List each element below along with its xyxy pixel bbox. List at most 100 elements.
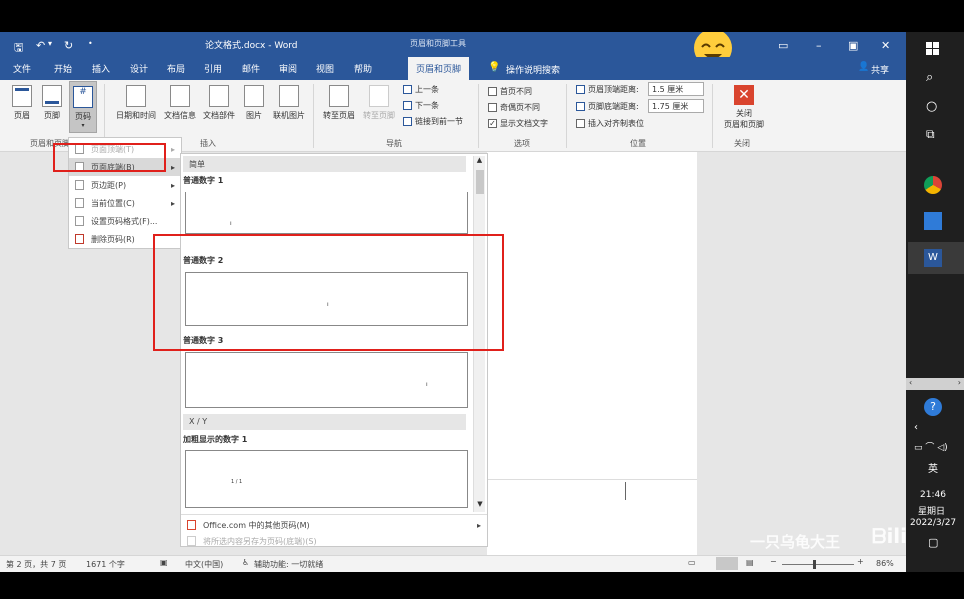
cortana-icon[interactable]: ○ bbox=[926, 99, 937, 114]
taskbar-scrollbar[interactable]: ‹ › bbox=[906, 378, 964, 390]
picture-button[interactable]: 图片 bbox=[242, 85, 266, 121]
share-button[interactable]: 共享 bbox=[871, 63, 889, 76]
print-layout-icon[interactable] bbox=[716, 557, 738, 570]
clock-weekday[interactable]: 星期日 bbox=[918, 504, 945, 517]
page-count[interactable]: 第 2 页，共 7 页 bbox=[6, 559, 66, 570]
focus-mode-icon[interactable]: ▭ bbox=[688, 558, 696, 567]
tab-home[interactable]: 开始 bbox=[54, 62, 72, 75]
gallery-section-simple: 简单 bbox=[183, 156, 466, 172]
menu-item-page-margins[interactable]: 页边距(P) ▸ bbox=[69, 176, 181, 194]
goto-header-icon bbox=[329, 85, 349, 107]
insert-alignment-tab-button[interactable]: 插入对齐制表位 bbox=[576, 118, 644, 129]
menu-item-format-page-numbers[interactable]: 设置页码格式(F)... bbox=[69, 212, 181, 230]
tab-insert[interactable]: 插入 bbox=[92, 62, 110, 75]
header-top-distance-input[interactable]: 1.5 厘米 bbox=[648, 82, 704, 96]
quick-parts-button[interactable]: 文档部件 bbox=[200, 85, 238, 121]
zoom-out-icon[interactable]: − bbox=[770, 557, 777, 566]
save-gallery-icon bbox=[187, 536, 196, 546]
undo-dropdown-icon[interactable]: ▾ bbox=[48, 39, 52, 48]
language-status[interactable]: 中文(中国) bbox=[185, 559, 223, 570]
proofing-icon[interactable]: ▣ bbox=[160, 558, 168, 567]
close-window-button[interactable]: ✕ bbox=[881, 39, 890, 52]
word-window: 🖫 ↶ ▾ ↻ • 论文格式.docx - Word 页眉和页脚工具 ▭ – ▣… bbox=[0, 32, 906, 572]
notifications-icon[interactable]: ▢ bbox=[928, 536, 938, 549]
next-button[interactable]: 下一条 bbox=[403, 100, 439, 111]
page-number-button[interactable]: # 页码 ▾ bbox=[69, 81, 97, 133]
save-selection-to-gallery[interactable]: 将所选内容另存为页码(底端)(S) bbox=[181, 532, 487, 550]
alignment-tab-icon bbox=[576, 119, 585, 128]
date-time-button[interactable]: 日期和时间 bbox=[112, 85, 160, 121]
gallery-item-title-1: 普通数字 1 bbox=[183, 176, 224, 185]
customize-qat-icon[interactable]: • bbox=[88, 39, 93, 48]
scroll-down-icon[interactable]: ▼ bbox=[474, 500, 486, 508]
tab-design[interactable]: 设计 bbox=[130, 62, 148, 75]
scroll-up-icon[interactable]: ▲ bbox=[474, 156, 485, 164]
menu-item-current-position[interactable]: 当前位置(C) ▸ bbox=[69, 194, 181, 212]
tab-review[interactable]: 审阅 bbox=[279, 62, 297, 75]
group-label-options: 选项 bbox=[514, 139, 530, 148]
close-header-footer-button[interactable]: ✕ 关闭 页眉和页脚 bbox=[718, 85, 770, 130]
redo-icon[interactable]: ↻ bbox=[64, 39, 73, 52]
tab-view[interactable]: 视图 bbox=[316, 62, 334, 75]
tab-help[interactable]: 帮助 bbox=[354, 62, 372, 75]
tab-header-footer[interactable]: 页眉和页脚 bbox=[408, 57, 470, 80]
web-layout-icon[interactable]: ▤ bbox=[746, 558, 754, 567]
zoom-slider-thumb[interactable] bbox=[813, 560, 816, 569]
task-view-icon[interactable]: ⧉ bbox=[926, 127, 935, 142]
zoom-in-icon[interactable]: + bbox=[857, 557, 864, 566]
word-count[interactable]: 1671 个字 bbox=[86, 559, 125, 570]
search-icon[interactable]: ⌕ bbox=[926, 70, 933, 85]
previous-button[interactable]: 上一条 bbox=[403, 84, 439, 95]
status-bar: 第 2 页，共 7 页 1671 个字 ▣ 中文(中国) ♿ 辅助功能: 一切就… bbox=[0, 555, 906, 572]
odd-even-different-checkbox[interactable]: 奇偶页不同 bbox=[488, 102, 540, 113]
zoom-slider[interactable] bbox=[782, 564, 854, 565]
doc-info-button[interactable]: 文档信息 bbox=[161, 85, 199, 121]
chrome-icon[interactable] bbox=[924, 176, 942, 194]
gallery-item-bold-number-1[interactable]: 1 / 1 bbox=[185, 450, 468, 508]
zoom-level[interactable]: 86% bbox=[876, 559, 894, 568]
accessibility-status[interactable]: 辅助功能: 一切就绪 bbox=[254, 559, 323, 570]
header-button[interactable]: 页眉 bbox=[10, 85, 34, 121]
input-language[interactable]: 英 bbox=[928, 460, 938, 475]
footer-button[interactable]: 页脚 bbox=[40, 85, 64, 121]
first-page-different-checkbox[interactable]: 首页不同 bbox=[488, 86, 532, 97]
group-label-close: 关闭 bbox=[734, 139, 750, 148]
gallery-item-plain-number-3[interactable]: ı bbox=[185, 352, 468, 408]
tell-me-search[interactable]: 操作说明搜索 bbox=[506, 63, 560, 76]
tab-file[interactable]: 文件 bbox=[13, 62, 31, 75]
undo-icon[interactable]: ↶ bbox=[36, 39, 45, 52]
word-taskbar-item[interactable]: W bbox=[908, 242, 964, 274]
link-to-previous-button[interactable]: 链接到前一节 bbox=[403, 116, 463, 127]
online-picture-button[interactable]: 联机图片 bbox=[269, 85, 309, 121]
restore-button[interactable]: ▣ bbox=[848, 39, 858, 52]
scroll-thumb[interactable] bbox=[476, 170, 484, 194]
show-document-text-checkbox[interactable]: ✓ 显示文档文字 bbox=[488, 118, 548, 129]
windows-start-icon[interactable] bbox=[926, 42, 940, 56]
online-picture-icon bbox=[279, 85, 299, 107]
network-icon[interactable]: ▭ ⌒ ◁) bbox=[914, 440, 948, 453]
save-icon[interactable]: 🖫 bbox=[14, 39, 23, 58]
clock-date[interactable]: 2022/3/27 bbox=[910, 518, 956, 528]
ribbon-display-icon[interactable]: ▭ bbox=[778, 39, 788, 52]
tab-layout[interactable]: 布局 bbox=[167, 62, 185, 75]
gallery-item-plain-number-1[interactable]: ı bbox=[185, 192, 468, 234]
help-icon[interactable]: ? bbox=[924, 398, 942, 416]
tab-references[interactable]: 引用 bbox=[204, 62, 222, 75]
header-top-distance-label: 页眉顶端距离: bbox=[576, 84, 639, 95]
format-page-numbers-icon bbox=[75, 216, 84, 226]
link-icon bbox=[403, 117, 412, 126]
clock-time[interactable]: 21:46 bbox=[920, 490, 946, 500]
goto-header-button[interactable]: 转至页眉 bbox=[320, 85, 358, 121]
footer-bottom-distance-input[interactable]: 1.75 厘米 bbox=[648, 99, 704, 113]
windows-taskbar: ⌕ ○ ⧉ W ‹ › ? ‹ ▭ ⌒ ◁) 英 21:46 星期日 2022/3… bbox=[906, 32, 964, 572]
photos-icon[interactable] bbox=[924, 212, 942, 230]
calendar-icon bbox=[126, 85, 146, 107]
quick-parts-icon bbox=[209, 85, 229, 107]
minimize-button[interactable]: – bbox=[816, 39, 822, 52]
doc-info-icon bbox=[170, 85, 190, 107]
header-icon bbox=[12, 85, 32, 107]
tab-mailings[interactable]: 邮件 bbox=[242, 62, 260, 75]
chevron-left-icon[interactable]: ‹ bbox=[914, 422, 918, 433]
goto-footer-button[interactable]: 转至页脚 bbox=[360, 85, 398, 121]
document-page bbox=[487, 152, 697, 555]
